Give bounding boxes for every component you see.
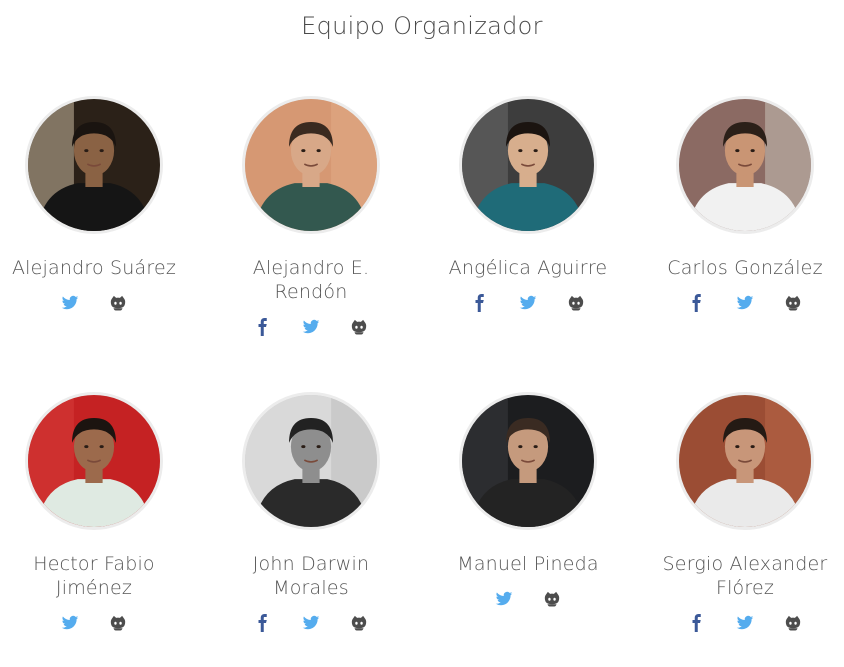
avatar-photo [28,99,160,231]
avatar [242,392,380,530]
twitter-icon[interactable] [59,292,81,314]
team-member-card: Alejandro Suárez [0,96,194,314]
avatar-photo [245,395,377,527]
github-icon[interactable] [348,612,370,634]
team-member-card: Sergio Alexander Flórez [645,392,844,634]
team-member-card: Hector Fabio Jiménez [0,392,194,634]
avatar-photo [245,99,377,231]
github-icon[interactable] [782,612,804,634]
avatar [459,96,597,234]
social-links [211,612,411,634]
twitter-icon[interactable] [734,612,756,634]
avatar-photo [679,99,811,231]
twitter-icon[interactable] [517,292,539,314]
social-links [645,292,844,314]
section-title: Equipo Organizador [301,12,543,40]
social-links [211,316,411,338]
github-icon[interactable] [107,292,129,314]
avatar [25,392,163,530]
team-member-card: John Darwin Morales [211,392,411,634]
member-name: Alejandro Suárez [11,257,177,279]
avatar-photo [28,395,160,527]
avatar [242,96,380,234]
github-icon[interactable] [565,292,587,314]
twitter-icon[interactable] [300,316,322,338]
avatar-photo [679,395,811,527]
member-name: Carlos González [667,257,823,279]
member-name: Sergio Alexander Flórez [662,553,828,599]
twitter-icon[interactable] [59,612,81,634]
avatar [25,96,163,234]
github-icon[interactable] [107,612,129,634]
member-name: Angélica Aguirre [448,257,608,279]
social-links [0,292,194,314]
avatar [676,392,814,530]
avatar [459,392,597,530]
avatar-photo [462,99,594,231]
team-member-card: Carlos González [645,96,844,314]
member-name: Manuel Pineda [457,553,599,575]
facebook-icon[interactable] [686,612,708,634]
social-links [645,612,844,634]
avatar-photo [462,395,594,527]
facebook-icon[interactable] [252,316,274,338]
github-icon[interactable] [348,316,370,338]
team-member-card: Manuel Pineda [428,392,628,610]
facebook-icon[interactable] [252,612,274,634]
avatar [676,96,814,234]
member-name: Alejandro E. Rendón [252,257,370,303]
facebook-icon[interactable] [686,292,708,314]
social-links [0,612,194,634]
member-name: John Darwin Morales [252,553,370,599]
facebook-icon[interactable] [469,292,491,314]
member-name: Hector Fabio Jiménez [33,553,155,599]
team-member-card: Angélica Aguirre [428,96,628,314]
twitter-icon[interactable] [300,612,322,634]
twitter-icon[interactable] [493,588,515,610]
github-icon[interactable] [541,588,563,610]
twitter-icon[interactable] [734,292,756,314]
social-links [428,588,628,610]
github-icon[interactable] [782,292,804,314]
team-member-card: Alejandro E. Rendón [211,96,411,338]
social-links [428,292,628,314]
